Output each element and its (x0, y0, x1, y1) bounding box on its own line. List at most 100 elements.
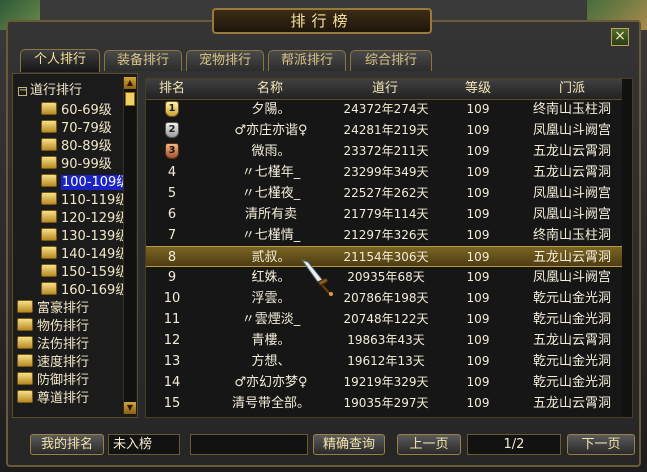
table-scrollbar[interactable] (622, 79, 632, 417)
ranking-table: 排名 名称 道行 等级 门派 1 夕陽。 24372年274天 109 终南山玉柱洞 2 ♂… (145, 78, 633, 418)
tree-item-label: 富豪排行 (37, 301, 90, 316)
tree-group-daohang[interactable]: 道行排行 (29, 82, 83, 100)
tree-item-defense[interactable]: 防御排行 (17, 372, 89, 390)
table-row-selected[interactable]: 8 贰叔。 21154年306天 109 五龙山云霄洞 (146, 246, 632, 267)
window-title: 排行榜 (212, 8, 432, 34)
cell-name: ♂亦幻亦梦♀ (234, 375, 308, 390)
prev-page-button[interactable]: 上一页 (397, 434, 461, 455)
scroll-icon (41, 102, 57, 115)
cell-rank: 7 (167, 228, 177, 243)
table-row[interactable]: 6 清所有卖 21779年114天 109 凤凰山斗阙宫 (146, 204, 632, 225)
cell-name: 清所有卖 (244, 207, 297, 222)
scroll-icon (17, 336, 33, 349)
table-row[interactable]: 3 微雨。 23372年211天 109 五龙山云霄洞 (146, 141, 632, 162)
gold-medal-icon: 1 (165, 101, 179, 117)
scroll-icon (41, 210, 57, 223)
tree-item-80-89[interactable]: 80-89级 (41, 138, 112, 156)
cell-name: 〃七槿年_ (241, 165, 301, 180)
cell-sect: 五龙山云霄洞 (532, 144, 611, 159)
my-rank-button[interactable]: 我的排名 (30, 434, 104, 455)
category-tree: − 道行排行 60-69级 70-79级 80-89级 90-99级 100-1… (12, 73, 138, 418)
tree-item-90-99[interactable]: 90-99级 (41, 156, 112, 174)
tree-item-130-139[interactable]: 130-139级 (41, 228, 128, 246)
table-row[interactable]: 2 ♂亦庄亦谐♀ 24281年219天 109 凤凰山斗阙宫 (146, 120, 632, 141)
exact-search-button[interactable]: 精确查询 (313, 434, 385, 455)
table-row[interactable]: 12 青樓。 19863年43天 109 五龙山云霄洞 (146, 330, 632, 351)
tree-scrollbar[interactable]: ▲ ▼ (123, 77, 136, 414)
tree-item-160-169[interactable]: 160-169级 (41, 282, 128, 300)
tree-item-110-119[interactable]: 110-119级 (41, 192, 128, 210)
cell-sect: 五龙山云霄洞 (532, 333, 611, 348)
tab-equipment-ranking[interactable]: 装备排行 (104, 50, 182, 71)
tree-item-label: 60-69级 (61, 103, 112, 118)
table-row[interactable]: 10 浮雲。 20786年198天 109 乾元山金光洞 (146, 288, 632, 309)
scroll-icon (41, 120, 57, 133)
cell-rank: 4 (167, 165, 177, 180)
table-row[interactable]: 1 夕陽。 24372年274天 109 终南山玉柱洞 (146, 99, 632, 120)
table-row[interactable]: 9 红姝。 20935年68天 109 凤凰山斗阙宫 (146, 267, 632, 288)
cell-daohang: 21154年306天 (343, 250, 429, 264)
table-header: 排名 名称 道行 等级 门派 (146, 79, 632, 100)
page-indicator: 1/2 (467, 434, 561, 455)
tree-item-physical-damage[interactable]: 物伤排行 (17, 318, 89, 336)
tree-item-100-109[interactable]: 100-109级 (41, 174, 131, 192)
tab-personal-ranking[interactable]: 个人排行 (20, 49, 100, 72)
cell-rank: 6 (167, 207, 177, 222)
tree-item-label: 速度排行 (37, 355, 90, 370)
tree-item-magic-damage[interactable]: 法伤排行 (17, 336, 89, 354)
collapse-icon[interactable]: − (18, 86, 27, 96)
table-row[interactable]: 13 方想、 19612年13天 109 乾元山金光洞 (146, 351, 632, 372)
next-page-button[interactable]: 下一页 (567, 434, 635, 455)
tree-item-speed[interactable]: 速度排行 (17, 354, 89, 372)
cell-rank: 9 (167, 270, 177, 285)
tab-pet-ranking[interactable]: 宠物排行 (186, 50, 264, 71)
tree-item-140-149[interactable]: 140-149级 (41, 246, 128, 264)
ranking-window: 排行榜 × 个人排行 装备排行 宠物排行 帮派排行 综合排行 − 道行排行 60… (0, 0, 647, 472)
cell-level: 109 (466, 144, 490, 158)
tree-item-venerable[interactable]: 尊道排行 (17, 390, 89, 408)
cell-daohang: 19612年13天 (347, 354, 425, 368)
col-header-rank: 排名 (158, 81, 185, 96)
cell-daohang: 24281年219天 (343, 123, 429, 137)
tab-overall-ranking[interactable]: 综合排行 (350, 50, 432, 71)
tree-item-120-129[interactable]: 120-129级 (41, 210, 128, 228)
col-header-name: 名称 (256, 81, 283, 96)
table-row[interactable]: 5 〃七槿夜_ 22527年262天 109 凤凰山斗阙宫 (146, 183, 632, 204)
cell-level: 109 (466, 123, 490, 137)
tab-guild-ranking[interactable]: 帮派排行 (268, 50, 346, 71)
cell-level: 109 (466, 354, 490, 368)
table-row[interactable]: 4 〃七槿年_ 23299年349天 109 五龙山云霄洞 (146, 162, 632, 183)
tree-item-label: 90-99级 (61, 157, 112, 172)
close-button[interactable]: × (611, 28, 629, 46)
cell-name: 微雨。 (251, 144, 291, 159)
scroll-icon (17, 372, 33, 385)
table-row[interactable]: 14 ♂亦幻亦梦♀ 19219年329天 109 乾元山金光洞 (146, 372, 632, 393)
table-row[interactable]: 7 〃七槿情_ 21297年326天 109 终南山玉柱洞 (146, 225, 632, 246)
cell-sect: 凤凰山斗阙宫 (532, 207, 611, 222)
scroll-icon (41, 174, 57, 187)
tree-item-label: 80-89级 (61, 139, 112, 154)
tree-item-70-79[interactable]: 70-79级 (41, 120, 112, 138)
scroll-up-icon[interactable]: ▲ (124, 77, 136, 89)
tree-item-wealth[interactable]: 富豪排行 (17, 300, 89, 318)
cell-level: 109 (466, 396, 490, 410)
tree-item-150-159[interactable]: 150-159级 (41, 264, 128, 282)
cell-name: 青樓。 (251, 333, 291, 348)
cell-sect: 五龙山云霄洞 (532, 165, 611, 180)
tree-item-label: 110-119级 (61, 193, 129, 208)
tree-item-60-69[interactable]: 60-69级 (41, 102, 112, 120)
cell-level: 109 (466, 375, 490, 389)
cell-sect: 五龙山云霄洞 (532, 250, 611, 265)
cell-sect: 终南山玉柱洞 (532, 228, 611, 243)
cell-sect: 凤凰山斗阙宫 (532, 270, 611, 285)
cell-rank: 10 (163, 291, 181, 306)
cell-sect: 乾元山金光洞 (532, 354, 611, 369)
table-row[interactable]: 15 清号带全部。 19035年297天 109 五龙山云霄洞 (146, 393, 632, 414)
search-input[interactable] (190, 434, 308, 455)
tree-item-label: 尊道排行 (37, 391, 90, 406)
cell-name: 〃七槿夜_ (241, 186, 301, 201)
scroll-thumb[interactable] (125, 92, 135, 106)
scroll-down-icon[interactable]: ▼ (124, 402, 136, 414)
cell-rank: 5 (167, 186, 177, 201)
table-row[interactable]: 11 〃雲煙淡_ 20748年122天 109 乾元山金光洞 (146, 309, 632, 330)
